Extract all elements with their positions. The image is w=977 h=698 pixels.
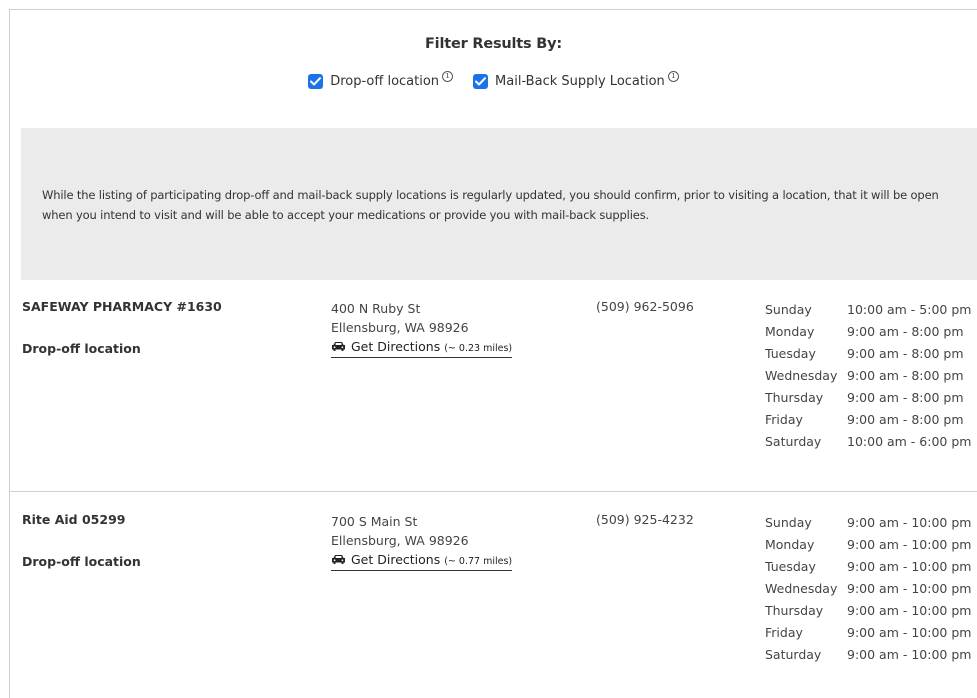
hours-day: Sunday [765, 302, 812, 317]
hours-row: Wednesday 9:00 am - 10:00 pm [765, 578, 971, 600]
checkbox-checked-icon[interactable] [473, 74, 489, 89]
hours-day: Saturday [765, 647, 822, 662]
hours-time: 9:00 am - 10:00 pm [847, 625, 972, 640]
hours-time: 9:00 am - 10:00 pm [847, 515, 972, 530]
results-panel: Filter Results By: Drop-off location i M… [9, 9, 977, 698]
hours-row: Sunday 9:00 am - 10:00 pm [765, 512, 971, 534]
hours-time: 9:00 am - 8:00 pm [847, 324, 964, 339]
filter-options: Drop-off location i Mail-Back Supply Loc… [10, 71, 977, 89]
hours-row: Thursday 9:00 am - 8:00 pm [765, 387, 971, 409]
hours-time: 9:00 am - 8:00 pm [847, 368, 964, 383]
hours-day: Wednesday [765, 581, 838, 596]
directions-label: Get Directions [351, 339, 441, 354]
hours-table: Sunday 10:00 am - 5:00 pm Monday 9:00 am -… [765, 299, 971, 453]
car-icon [331, 340, 346, 356]
info-icon[interactable]: i [667, 71, 679, 82]
get-directions-link[interactable]: Get Directions (~ 0.23 miles) [331, 339, 513, 358]
hours-row: Friday 9:00 am - 8:00 pm [765, 409, 971, 431]
hours-time: 9:00 am - 8:00 pm [847, 412, 964, 427]
filter-mailback-checkbox[interactable]: Mail-Back Supply Location i [473, 71, 679, 89]
hours-row: Friday 9:00 am - 10:00 pm [765, 622, 971, 644]
hours-row: Saturday 10:00 am - 6:00 pm [765, 431, 971, 453]
location-type: Drop-off location [22, 341, 141, 356]
location-address: 400 N Ruby St Ellensburg, WA 98926 Get D… [331, 299, 513, 358]
hours-day: Tuesday [765, 346, 816, 361]
address-line1: 700 S Main St [331, 514, 418, 529]
hours-time: 9:00 am - 10:00 pm [847, 581, 972, 596]
directions-label: Get Directions [351, 552, 441, 567]
hours-day: Tuesday [765, 559, 816, 574]
hours-day: Monday [765, 537, 815, 552]
checkbox-checked-icon[interactable] [308, 74, 324, 89]
hours-row: Monday 9:00 am - 10:00 pm [765, 534, 971, 556]
hours-row: Sunday 10:00 am - 5:00 pm [765, 299, 971, 321]
hours-day: Thursday [765, 390, 824, 405]
hours-table: Sunday 9:00 am - 10:00 pm Monday 9:00 am -… [765, 512, 971, 666]
hours-day: Thursday [765, 603, 824, 618]
hours-time: 9:00 am - 10:00 pm [847, 559, 972, 574]
hours-day: Sunday [765, 515, 812, 530]
hours-time: 10:00 am - 6:00 pm [847, 434, 972, 449]
location-name: SAFEWAY PHARMACY #1630 [22, 299, 222, 314]
hours-day: Friday [765, 625, 803, 640]
distance-label: (~ 0.23 miles) [444, 343, 513, 354]
filter-dropoff-label: Drop-off location [330, 74, 440, 89]
filter-dropoff-checkbox[interactable]: Drop-off location i [308, 71, 454, 89]
hours-row: Tuesday 9:00 am - 8:00 pm [765, 343, 971, 365]
location-phone: (509) 925-4232 [596, 512, 694, 527]
car-icon [331, 553, 346, 569]
row-divider [10, 491, 977, 492]
get-directions-link[interactable]: Get Directions (~ 0.77 miles) [331, 552, 513, 571]
distance-label: (~ 0.77 miles) [444, 556, 513, 567]
hours-row: Saturday 9:00 am - 10:00 pm [765, 644, 971, 666]
hours-row: Thursday 9:00 am - 10:00 pm [765, 600, 971, 622]
location-name: Rite Aid 05299 [22, 512, 126, 527]
disclaimer-notice: While the listing of participating drop-… [21, 128, 977, 280]
hours-time: 9:00 am - 8:00 pm [847, 390, 964, 405]
hours-time: 10:00 am - 5:00 pm [847, 302, 972, 317]
address-line1: 400 N Ruby St [331, 301, 421, 316]
address-line2: Ellensburg, WA 98926 [331, 533, 469, 548]
hours-row: Tuesday 9:00 am - 10:00 pm [765, 556, 971, 578]
location-phone: (509) 962-5096 [596, 299, 694, 314]
hours-day: Friday [765, 412, 803, 427]
hours-day: Wednesday [765, 368, 838, 383]
hours-row: Wednesday 9:00 am - 8:00 pm [765, 365, 971, 387]
address-line2: Ellensburg, WA 98926 [331, 320, 469, 335]
hours-time: 9:00 am - 8:00 pm [847, 346, 964, 361]
filter-title: Filter Results By: [424, 36, 563, 52]
location-address: 700 S Main St Ellensburg, WA 98926 Get D… [331, 512, 513, 571]
hours-day: Monday [765, 324, 815, 339]
hours-time: 9:00 am - 10:00 pm [847, 603, 972, 618]
hours-time: 9:00 am - 10:00 pm [847, 647, 972, 662]
hours-time: 9:00 am - 10:00 pm [847, 537, 972, 552]
filter-mailback-label: Mail-Back Supply Location [495, 74, 665, 89]
hours-row: Monday 9:00 am - 8:00 pm [765, 321, 971, 343]
location-type: Drop-off location [22, 554, 141, 569]
info-icon[interactable]: i [442, 71, 454, 82]
hours-day: Saturday [765, 434, 822, 449]
